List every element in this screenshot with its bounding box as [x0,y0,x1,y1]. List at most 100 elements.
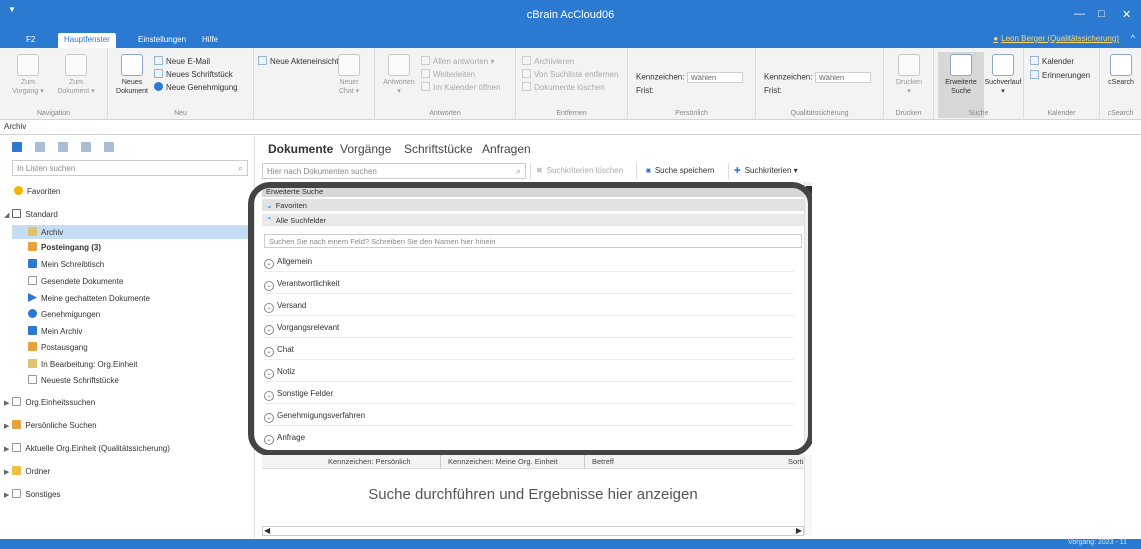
weiterleiten-button[interactable]: Weiterleiten [421,69,475,79]
ribbon: Zum Vorgang ▾ Zum Dokument ▾ Navigation … [0,48,1141,120]
tree-favoriten[interactable]: Favoriten [14,186,60,196]
drucken-button[interactable]: Drucken ▾ [891,54,927,96]
check-circle-icon [154,82,163,91]
document-tab-strip: Archiv [0,120,1141,135]
archive-icon [522,56,531,65]
documents-list-icon[interactable] [12,142,22,152]
neue-email-button[interactable]: Neue E-Mail [154,56,210,66]
erinnerungen-button[interactable]: Erinnerungen [1030,70,1090,80]
zum-vorgang-button[interactable]: Zum Vorgang ▾ [8,54,48,96]
allen-antworten-button[interactable]: Allen antworten ▾ [421,56,494,66]
suchkriterien-loeschen-button[interactable]: ✖ Suchkriterien löschen [536,166,623,175]
zum-dokument-button[interactable]: Zum Dokument ▾ [52,54,100,96]
ribbon-group-neu: Neues Dokument Neue E-Mail Neues Schrift… [108,48,254,120]
group-label-antworten: Antworten [429,110,461,117]
scroll-right-icon[interactable]: ▶ [796,526,802,535]
tree-sonstiges[interactable]: ▶ Sonstiges [4,489,61,499]
expand-arrow-icon: ◢ [4,212,10,219]
kennzeichen-qualitaet-select[interactable]: Wählen [814,72,871,83]
personal-search-icon [12,420,22,429]
close-button[interactable]: ✕ [1122,8,1131,21]
column-sortierung[interactable]: Sorti [788,457,803,466]
chat-icon [338,54,360,76]
tree-persoenliche-suchen[interactable]: ▶ Persönliche Suchen [4,420,97,430]
kalender-button[interactable]: Kalender [1030,56,1074,66]
neues-dokument-button[interactable]: Neues Dokument [114,54,150,96]
tab-hilfe[interactable]: Hilfe [196,33,224,48]
tree-genehmigungen[interactable]: Genehmigungen [28,309,100,319]
group-label-neu: Neu [174,110,187,117]
suchverlauf-button[interactable]: Suchverlauf ▾ [984,54,1022,96]
tree-mein-schreibtisch[interactable]: Mein Schreibtisch [28,259,104,269]
neue-akteneinsicht-button[interactable]: Neue Akteneinsicht [258,56,339,66]
title-bar: ▼ cBrain AcCloud06 — □ ✕ [0,0,1141,30]
reply-icon [388,54,410,76]
scroll-left-icon[interactable]: ◀ [264,526,270,535]
results-horizontal-scrollbar[interactable]: ◀ ▶ [262,526,804,536]
tab-anfragen[interactable]: Anfragen [482,142,531,156]
suchkriterien-dropdown[interactable]: ✚ Suchkriterien ▾ [734,166,798,175]
tree-mein-archiv[interactable]: Mein Archiv [28,326,82,336]
search-icon: ⌕ [515,166,521,176]
tab-vorgaenge[interactable]: Vorgänge [340,142,391,156]
tab-hauptfenster[interactable]: Hauptfenster [58,33,116,48]
requests-list-icon[interactable] [104,142,114,152]
tree-gesendete-dokumente[interactable]: Gesendete Dokumente [28,276,123,286]
calendar-icon [1030,56,1039,65]
neues-schriftstueck-button[interactable]: Neues Schriftstück [154,69,233,79]
column-betreff[interactable]: Betreff [592,457,614,466]
erweiterte-suche-button[interactable]: Erweiterte Suche [938,54,984,96]
window-title: cBrain AcCloud06 [526,9,615,21]
neue-genehmigung-button[interactable]: Neue Genehmigung [154,82,238,92]
tree-org-einheitssuchen[interactable]: ▶ Org.Einheitssuchen [4,397,95,407]
cases-list-icon[interactable] [35,142,45,152]
tab-f2[interactable]: F2 [20,33,41,48]
records-list-icon[interactable] [58,142,68,152]
maximize-button[interactable]: □ [1098,8,1105,20]
user-icon: ● [993,34,999,43]
toolbar-divider [530,163,531,179]
results-header: Kennzeichen: Persönlich Kennzeichen: Mei… [262,455,804,469]
minimize-button[interactable]: — [1074,8,1085,20]
list-search-input[interactable]: In Listen suchen ⌕ [12,160,248,176]
column-kennzeichen-org[interactable]: Kennzeichen: Meine Org. Einheit [448,457,558,466]
user-link[interactable]: ● Leon Berger (Qualitätssicherung) [993,34,1119,43]
tree-aktuelle-org-einheit[interactable]: ▶ Aktuelle Org.Einheit (Qualitätssicherun… [4,443,170,453]
search-icon: ⌕ [237,163,243,173]
tab-dokumente[interactable]: Dokumente [268,142,333,156]
document-icon [65,54,87,76]
tab-archiv[interactable]: Archiv [4,122,26,131]
column-kennzeichen-persoenlich[interactable]: Kennzeichen: Persönlich [328,457,411,466]
dokumente-loeschen-button[interactable]: Dokumente löschen [522,82,605,92]
tree-postausgang[interactable]: Postausgang [28,342,88,352]
archivieren-button[interactable]: Archivieren [522,56,574,66]
delete-icon [522,82,531,91]
von-suchliste-entfernen-button[interactable]: Von Suchliste entfernen [522,69,619,79]
results-vertical-scrollbar[interactable] [804,455,812,535]
tree-in-bearbeitung[interactable]: In Bearbeitung: Org.Einheit [28,359,138,369]
tree-archiv[interactable]: Archiv [28,227,63,237]
csearch-button[interactable]: cSearch [1102,54,1140,87]
reply-all-icon [421,56,430,65]
contacts-list-icon[interactable] [81,142,91,152]
menu-bar: F2 Hauptfenster Einstellungen Hilfe ● Leo… [0,30,1141,48]
suche-speichern-button[interactable]: ■ Suche speichern [646,166,714,175]
tab-einstellungen[interactable]: Einstellungen [132,33,192,48]
ribbon-group-suche: Erweiterte Suche Suchverlauf ▾ Suche [934,48,1024,120]
tree-posteingang[interactable]: Posteingang (3) [28,242,101,252]
tree-standard[interactable]: ◢ Standard [4,209,58,219]
tree-gechattete-dokumente[interactable]: Meine gechatteten Dokumente [28,293,150,303]
list-icon [12,209,22,218]
tab-schriftstuecke[interactable]: Schriftstücke [404,142,473,156]
document-search-input[interactable]: Hier nach Dokumenten suchen ⌕ [262,163,526,179]
im-kalender-oeffnen-button[interactable]: Im Kalender öffnen [421,82,500,92]
calendar-icon [421,82,430,91]
new-document-icon [121,54,143,76]
kennzeichen-persoenlich-select[interactable]: Wählen [686,72,743,83]
frist-persoenlich-label: Frist: [636,86,654,95]
tree-ordner[interactable]: ▶ Ordner [4,466,50,476]
neuer-chat-button[interactable]: Neuer Chat ▾ [334,54,364,96]
antworten-button[interactable]: Antworten ▾ [381,54,417,96]
tree-neueste-schriftstuecke[interactable]: Neueste Schriftstücke [28,375,119,385]
collapse-ribbon-icon[interactable]: ^ [1131,33,1135,43]
